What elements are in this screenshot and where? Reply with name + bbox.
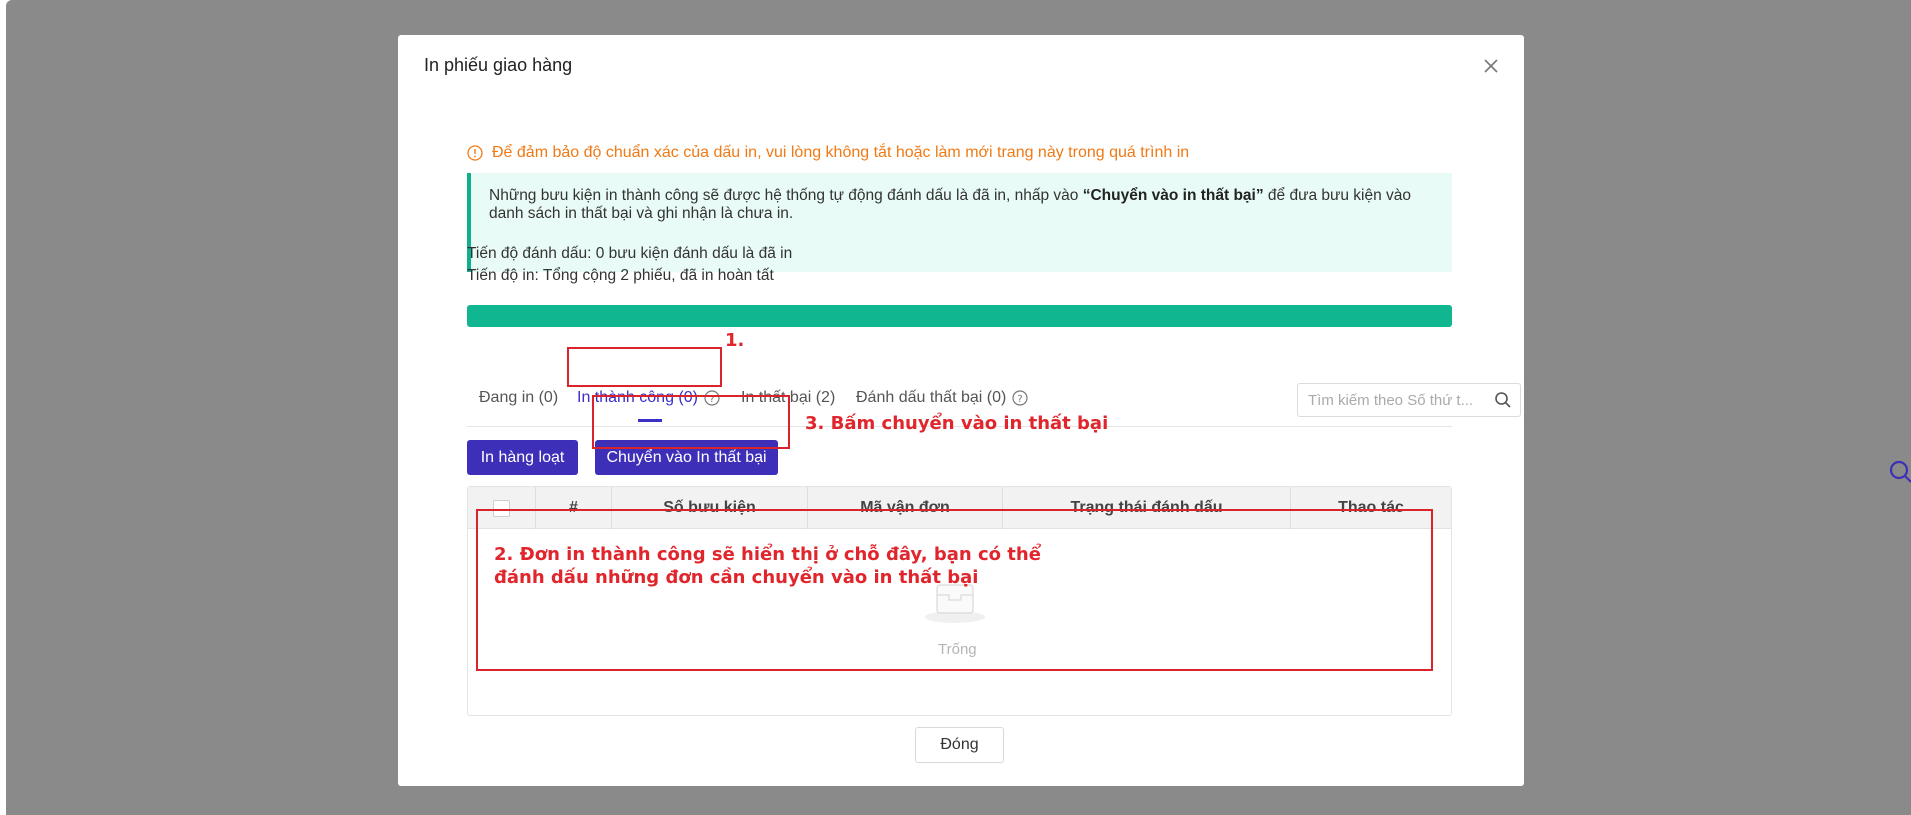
print-delivery-modal: In phiếu giao hàng Để đảm bảo độ chuẩn x… bbox=[398, 35, 1524, 786]
search-input[interactable] bbox=[1308, 391, 1488, 409]
print-progress-bar bbox=[467, 305, 1452, 327]
question-circle-icon[interactable]: ? bbox=[1012, 390, 1028, 406]
annotation-box-success-tab bbox=[567, 347, 722, 387]
tab-label: Đang in (0) bbox=[479, 389, 559, 406]
warning-circle-icon bbox=[467, 145, 483, 161]
bulk-print-button[interactable]: In hàng loạt bbox=[467, 440, 578, 475]
print-progress-text: Tiến độ in: Tổng cộng 2 phiếu, đã in hoà… bbox=[467, 267, 774, 284]
annotation-step-1: 1. bbox=[725, 330, 745, 351]
tab-mark-failed[interactable]: Đánh dấu thất bại (0) ? bbox=[856, 389, 1028, 407]
search-icon[interactable] bbox=[1886, 458, 1911, 488]
annotation-box-table-area bbox=[476, 509, 1433, 671]
tab-label: Đánh dấu thất bại (0) bbox=[856, 389, 1007, 406]
info-text-part1: Những bưu kiện in thành công sẽ được hệ … bbox=[489, 187, 1083, 204]
search-box[interactable] bbox=[1297, 383, 1521, 417]
modal-title: In phiếu giao hàng bbox=[424, 55, 573, 75]
svg-text:?: ? bbox=[1018, 394, 1023, 405]
search-icon[interactable] bbox=[1494, 391, 1512, 409]
annotation-step-3: 3. Bấm chuyển vào in thất bại bbox=[805, 413, 1109, 434]
info-text-bold: “Chuyển vào in thất bại” bbox=[1082, 187, 1264, 204]
close-button[interactable]: Đóng bbox=[915, 727, 1004, 763]
mark-progress-text: Tiến độ đánh dấu: 0 bưu kiện đánh dấu là… bbox=[467, 245, 793, 262]
close-icon[interactable] bbox=[1478, 53, 1504, 79]
annotation-step-2-line2: đánh dấu những đơn cần chuyển vào in thấ… bbox=[494, 567, 979, 588]
warning-text: Để đảm bảo độ chuẩn xác của dấu in, vui … bbox=[492, 144, 1190, 161]
annotation-box-move-button bbox=[592, 395, 790, 449]
warning-message: Để đảm bảo độ chuẩn xác của dấu in, vui … bbox=[467, 142, 1189, 164]
annotation-step-2-line1: 2. Đơn in thành công sẽ hiển thị ở chỗ đ… bbox=[494, 544, 1041, 565]
tab-printing[interactable]: Đang in (0) bbox=[479, 389, 558, 407]
